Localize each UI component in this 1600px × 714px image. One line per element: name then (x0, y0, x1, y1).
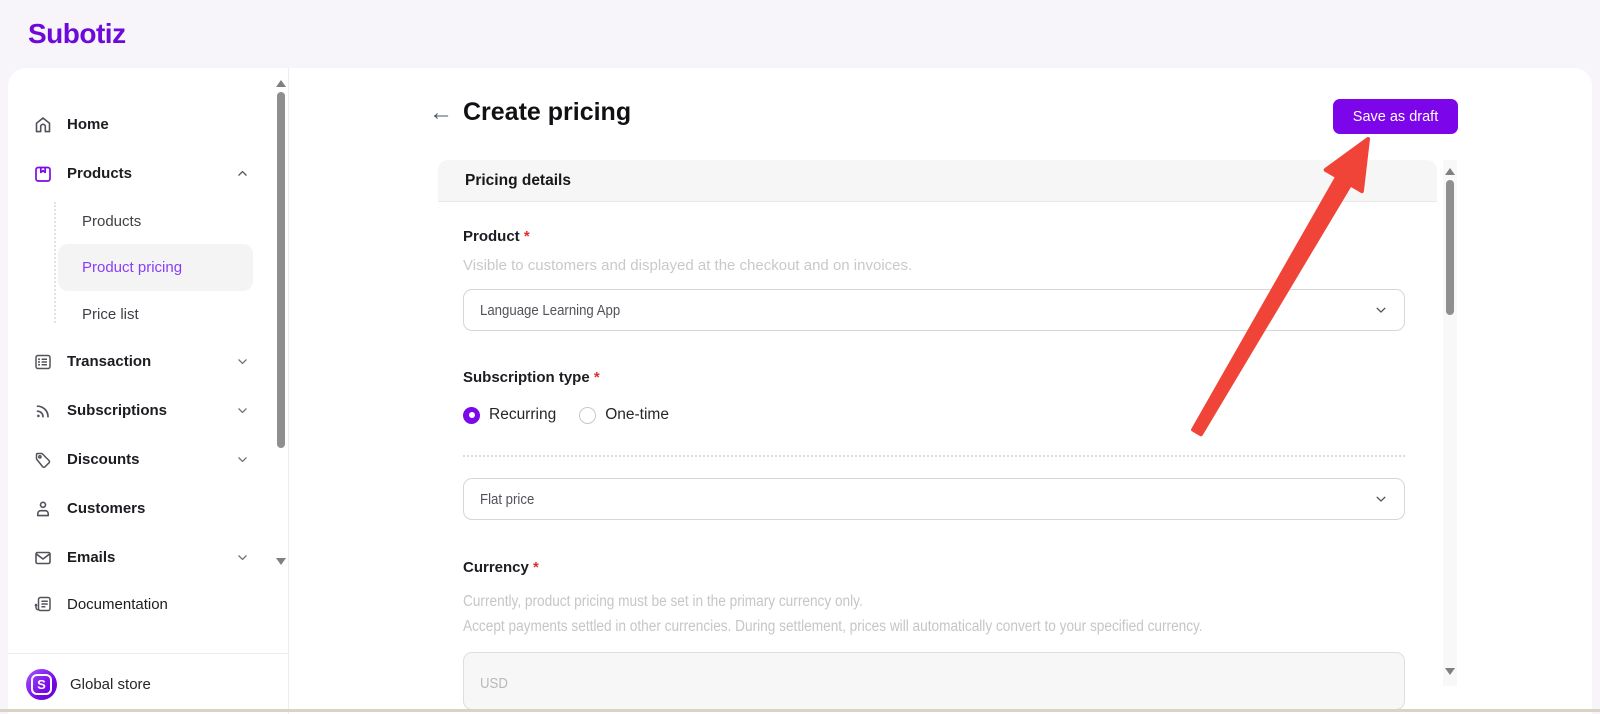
receipt-list-icon (33, 352, 53, 372)
radio-one-time[interactable]: One-time (579, 406, 669, 424)
sidebar-item-label: Home (67, 116, 109, 133)
subscription-type-options: Recurring One-time (463, 406, 1412, 424)
sidebar-item-emails[interactable]: Emails (8, 533, 288, 582)
store-badge-icon: S (26, 668, 57, 700)
sidebar-item-customers[interactable]: Customers (8, 484, 288, 533)
chevron-down-icon (1374, 492, 1388, 506)
product-select-value: Language Learning App (480, 301, 621, 319)
sidebar-item-label: Discounts (67, 451, 140, 468)
card-section-title: Pricing details (438, 160, 1437, 202)
chevron-down-icon (1374, 303, 1388, 317)
chevron-down-icon (236, 453, 249, 466)
sidebar-item-discounts[interactable]: Discounts (8, 435, 288, 484)
product-select[interactable]: Language Learning App (463, 289, 1405, 331)
currency-label: Currency * (463, 559, 539, 576)
app-shell: Home Products Products Product pricing P… (8, 68, 1592, 714)
sidebar-item-transaction[interactable]: Transaction (8, 337, 288, 386)
currency-helper-line1: Currently, product pricing must be set i… (463, 593, 863, 610)
store-name[interactable]: Global store (70, 676, 151, 693)
card-body: Product * Visible to customers and displ… (438, 202, 1437, 710)
document-icon (33, 594, 53, 614)
chevron-down-icon (236, 404, 249, 417)
chevron-down-icon (236, 355, 249, 368)
scroll-up-arrow[interactable] (276, 80, 286, 87)
package-icon (33, 164, 53, 184)
tag-icon (33, 450, 53, 470)
products-sub-menu: Products Product pricing Price list (8, 198, 288, 337)
currency-helper-line2: Accept payments settled in other currenc… (463, 618, 1203, 635)
sidebar-item-price-list[interactable]: Price list (8, 291, 288, 337)
subscription-type-label: Subscription type * (463, 369, 600, 386)
sidebar-item-label: Documentation (67, 595, 168, 613)
currency-select: USD (463, 652, 1405, 710)
product-label: Product * (463, 228, 530, 245)
back-arrow-icon[interactable]: ← (429, 101, 453, 125)
store-badge-letter: S (31, 673, 52, 695)
main-content: ← Create pricing Save as draft Pricing d… (289, 68, 1592, 714)
sidebar-footer: S Global store (8, 653, 288, 714)
chevron-up-icon (236, 167, 249, 180)
person-icon (33, 499, 53, 519)
feed-icon (33, 401, 53, 421)
content-scrollbar[interactable] (1443, 160, 1457, 686)
save-as-draft-button[interactable]: Save as draft (1333, 99, 1458, 134)
chevron-down-icon (236, 551, 249, 564)
required-asterisk: * (533, 559, 539, 576)
sub-item-label: Price list (82, 305, 139, 323)
product-helper-text: Visible to customers and displayed at th… (463, 257, 913, 274)
sidebar-item-products-sub[interactable]: Products (8, 198, 288, 244)
sidebar-item-label: Subscriptions (67, 402, 168, 419)
currency-helper-text: Currently, product pricing must be set i… (463, 589, 1412, 639)
currency-select-value: USD (480, 675, 508, 692)
pricing-details-card: Pricing details Product * Visible to cus… (438, 160, 1437, 714)
price-model-select[interactable]: Flat price (463, 478, 1405, 520)
mail-icon (33, 548, 53, 568)
required-asterisk: * (523, 228, 530, 245)
page-title: Create pricing (463, 98, 632, 126)
sidebar-item-documentation[interactable]: Documentation (8, 582, 288, 626)
scrollbar-thumb[interactable] (1446, 180, 1454, 315)
required-asterisk: * (593, 369, 600, 386)
sidebar-item-label: Customers (67, 500, 146, 517)
home-icon (33, 115, 53, 135)
sidebar-item-product-pricing[interactable]: Product pricing (58, 244, 253, 291)
sidebar-item-label: Emails (67, 549, 116, 566)
scroll-up-arrow[interactable] (1445, 168, 1455, 175)
radio-label: Recurring (489, 406, 557, 423)
sidebar-item-subscriptions[interactable]: Subscriptions (8, 386, 288, 435)
sub-item-label: Product pricing (82, 259, 183, 276)
price-model-select-value: Flat price (480, 490, 535, 508)
top-bar: Subotiz (0, 0, 1600, 68)
radio-recurring[interactable]: Recurring (463, 406, 556, 424)
sidebar: Home Products Products Product pricing P… (8, 68, 289, 714)
sidebar-item-label: Products (67, 165, 133, 182)
sub-menu-rail (54, 202, 56, 323)
window-bottom-edge (0, 709, 1600, 712)
sub-item-label: Products (82, 212, 142, 230)
scroll-down-arrow[interactable] (276, 558, 286, 565)
scrollbar-thumb[interactable] (277, 92, 285, 448)
radio-selected-icon[interactable] (463, 406, 480, 424)
sidebar-item-label: Transaction (67, 353, 152, 370)
sidebar-item-home[interactable]: Home (8, 100, 288, 149)
brand-logo[interactable]: Subotiz (28, 18, 126, 50)
scroll-down-arrow[interactable] (1445, 668, 1455, 675)
radio-unselected-icon[interactable] (579, 406, 597, 424)
sidebar-item-products[interactable]: Products (8, 149, 288, 198)
sidebar-scrollbar[interactable] (275, 74, 287, 674)
radio-label: One-time (605, 406, 669, 423)
